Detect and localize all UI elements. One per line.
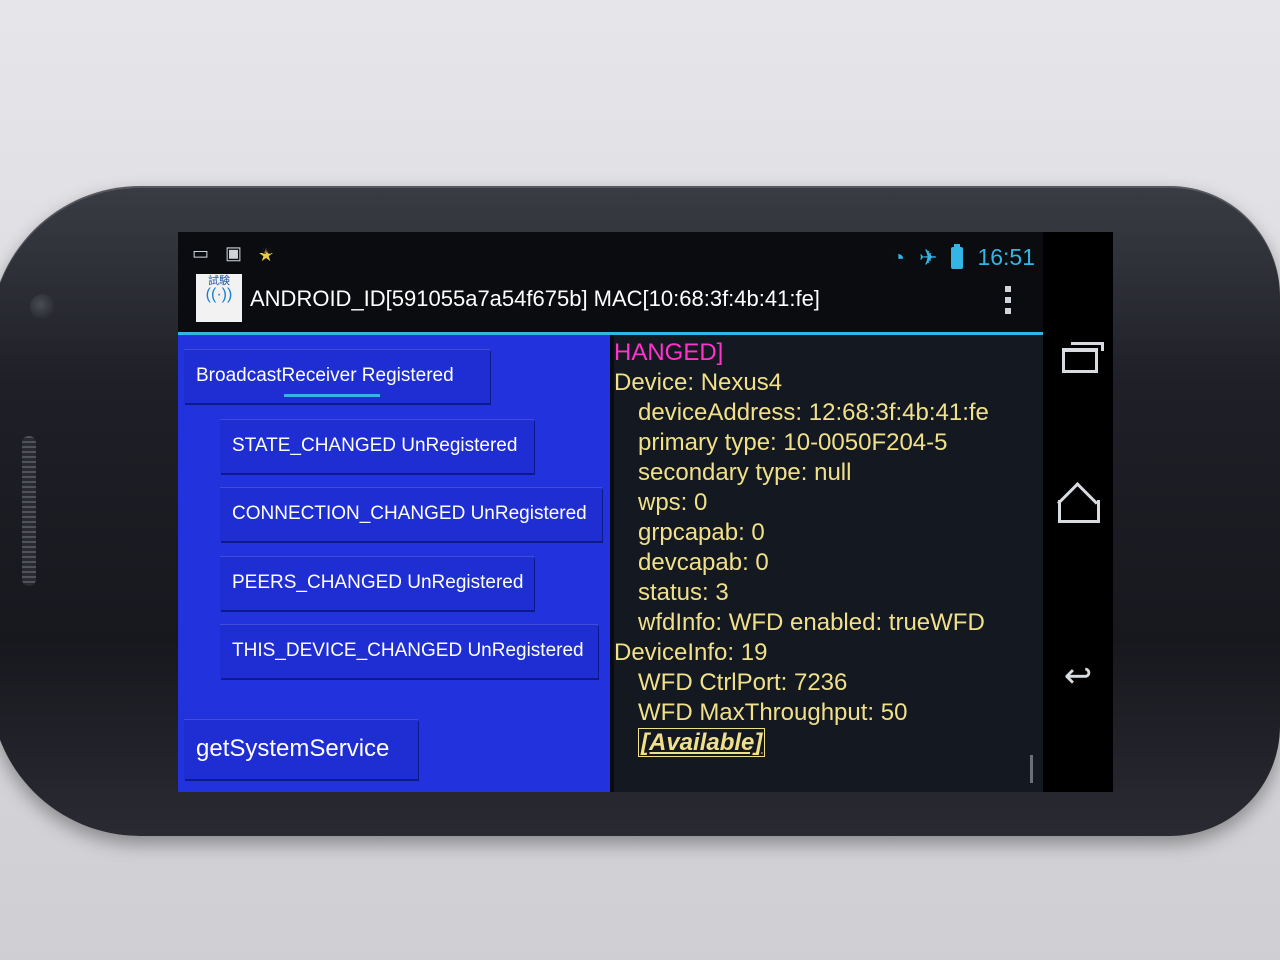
wps: wps: 0	[638, 489, 708, 516]
device-name: Device: Nexus4	[614, 369, 783, 396]
devcapab: devcapab: 0	[638, 549, 769, 576]
wfd-max-throughput: WFD MaxThroughput: 50	[638, 699, 908, 726]
changed-text: HANGED]	[614, 339, 724, 366]
action-bar: 試験 ((·)) ANDROID_ID[591055a7a54f675b] MA…	[178, 272, 1043, 335]
peers-changed-button[interactable]: PEERS_CHANGED UnRegistered	[220, 556, 534, 610]
star-badge-icon: ★96	[258, 245, 275, 265]
front-camera	[30, 294, 56, 320]
clock: 16:51	[977, 244, 1035, 270]
home-button[interactable]	[1052, 494, 1104, 534]
app-icon[interactable]: 試験 ((·))	[196, 274, 242, 322]
this-device-changed-button[interactable]: THIS_DEVICE_CHANGED UnRegistered	[220, 624, 598, 678]
recent-apps-button[interactable]	[1052, 340, 1104, 380]
connection-changed-button[interactable]: CONNECTION_CHANGED UnRegistered	[220, 487, 602, 541]
device-info: DeviceInfo: 19	[614, 639, 768, 666]
image-icon: ▣	[225, 243, 243, 263]
grpcapab: grpcapab: 0	[638, 519, 765, 546]
signal-wave-icon: ((·))	[205, 286, 233, 303]
wifi-icon: ◔	[891, 244, 905, 270]
device-info-panel: HANGED] Device: Nexus4 deviceAddress: 12…	[614, 335, 1043, 792]
primary-type: primary type: 10-0050F204-5	[638, 429, 948, 456]
wfd-info: wfdInfo: WFD enabled: trueWFD	[638, 609, 985, 636]
back-icon: ↩	[1063, 657, 1093, 695]
available-status[interactable]: [Available]	[638, 728, 766, 757]
navigation-bar: ↩	[1043, 232, 1113, 792]
focus-indicator	[284, 394, 380, 397]
secondary-type: secondary type: null	[638, 459, 852, 486]
left-panel: BroadcastReceiver Registered STATE_CHANG…	[178, 335, 610, 792]
app-title: ANDROID_ID[591055a7a54f675b] MAC[10:68:3…	[250, 286, 820, 311]
wfd-ctrl-port: WFD CtrlPort: 7236	[638, 669, 848, 696]
scrollbar[interactable]	[1030, 755, 1033, 783]
battery-icon	[951, 243, 964, 269]
airplane-icon: ✈	[919, 244, 938, 270]
state-changed-button[interactable]: STATE_CHANGED UnRegistered	[220, 419, 534, 473]
badge-count: 96	[262, 246, 273, 256]
broadcast-receiver-label: BroadcastReceiver Registered	[196, 365, 454, 386]
screen-icon: ▭	[192, 243, 210, 263]
recent-apps-icon	[1062, 342, 1104, 373]
overflow-menu-icon[interactable]	[1005, 286, 1013, 314]
device-address: deviceAddress: 12:68:3f:4b:41:fe	[638, 399, 989, 426]
broadcast-receiver-button[interactable]: BroadcastReceiver Registered	[184, 349, 490, 403]
speaker-grille	[22, 436, 36, 586]
back-button[interactable]: ↩	[1052, 656, 1104, 696]
status-bar: ▭ ▣ ★96 ◔ ✈ 16:51	[178, 232, 1043, 272]
status: status: 3	[638, 579, 729, 606]
device-screen: ▭ ▣ ★96 ◔ ✈ 16:51 試験 ((·)) ANDROID_ID[59…	[178, 232, 1043, 792]
get-system-service-button[interactable]: getSystemService	[184, 719, 418, 779]
home-icon	[1058, 500, 1100, 523]
